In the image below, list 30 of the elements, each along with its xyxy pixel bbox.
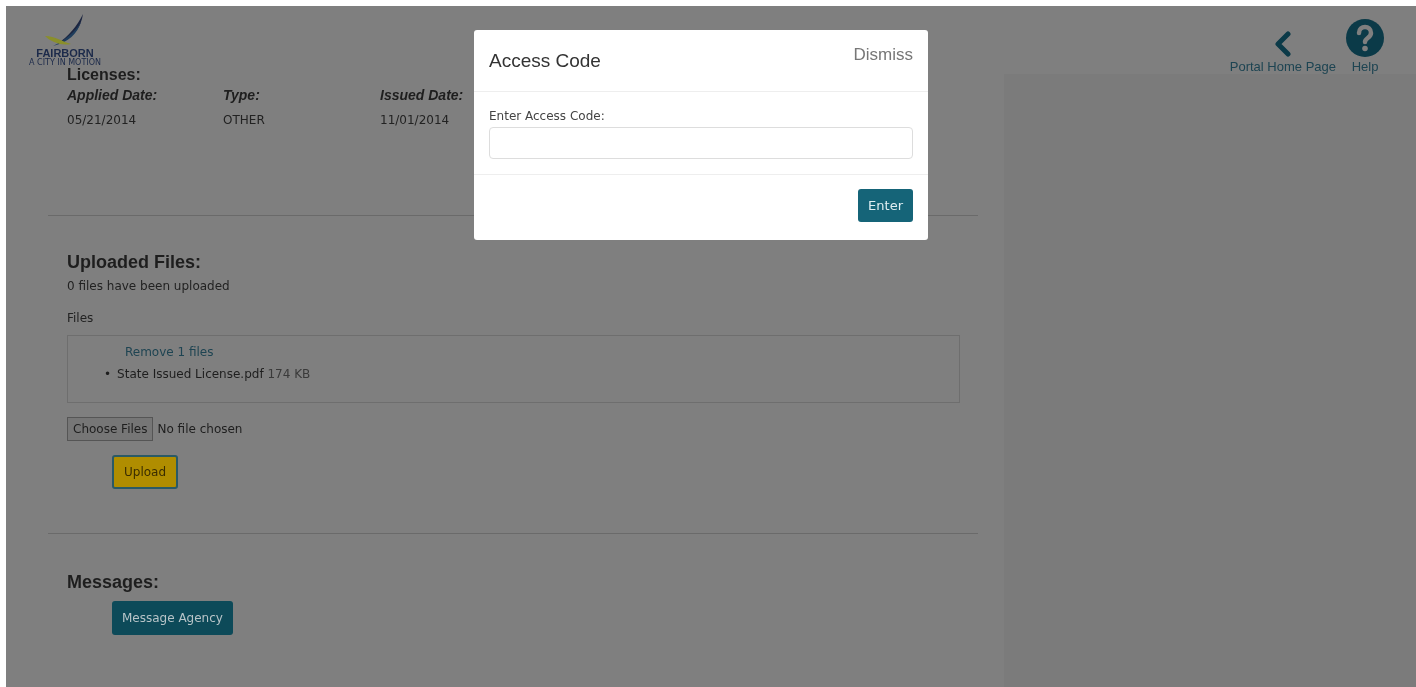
list-bullet: • bbox=[104, 367, 112, 381]
section-heading: Licenses: bbox=[67, 66, 142, 84]
table-cell: OTHER bbox=[223, 113, 265, 127]
table-cell: 11/01/2014 bbox=[380, 113, 450, 127]
choose-files-button[interactable]: Choose Files bbox=[67, 417, 154, 441]
logo-tagline: A CITY IN MOTION bbox=[29, 59, 101, 67]
field-label: Files bbox=[67, 311, 95, 325]
file-status: No file chosen bbox=[157, 422, 243, 436]
upload-summary: 0 files have been uploaded bbox=[67, 279, 231, 293]
access-code-field[interactable] bbox=[489, 127, 913, 159]
file-name: State Issued License.pdf bbox=[117, 367, 264, 381]
table-cell: 05/21/2014 bbox=[67, 113, 137, 127]
logo-wordmark: FAIRBORN bbox=[36, 48, 94, 59]
column-header: Applied Date: bbox=[67, 87, 158, 103]
message-agency-button[interactable]: Message Agency bbox=[112, 601, 233, 635]
file-size: 174 KB bbox=[267, 367, 311, 381]
portal-home-link[interactable]: Portal Home Page bbox=[1229, 31, 1336, 74]
dismiss-link[interactable]: Dismiss bbox=[853, 45, 913, 91]
help-link[interactable]: Help bbox=[1346, 19, 1384, 74]
help-icon bbox=[1346, 19, 1384, 57]
upload-button[interactable]: Upload bbox=[112, 455, 179, 489]
remove-files-link[interactable]: Remove 1 files bbox=[125, 345, 214, 359]
field-label: Enter Access Code: bbox=[489, 109, 606, 123]
column-header: Type: bbox=[223, 87, 260, 103]
enter-button[interactable]: Enter bbox=[858, 189, 913, 222]
column-header: Issued Date: bbox=[380, 87, 464, 103]
dialog-title: Access Code bbox=[489, 50, 601, 73]
chevron-left-icon bbox=[1272, 31, 1293, 57]
section-heading: Uploaded Files: bbox=[67, 252, 202, 273]
section-heading: Messages: bbox=[67, 572, 161, 593]
